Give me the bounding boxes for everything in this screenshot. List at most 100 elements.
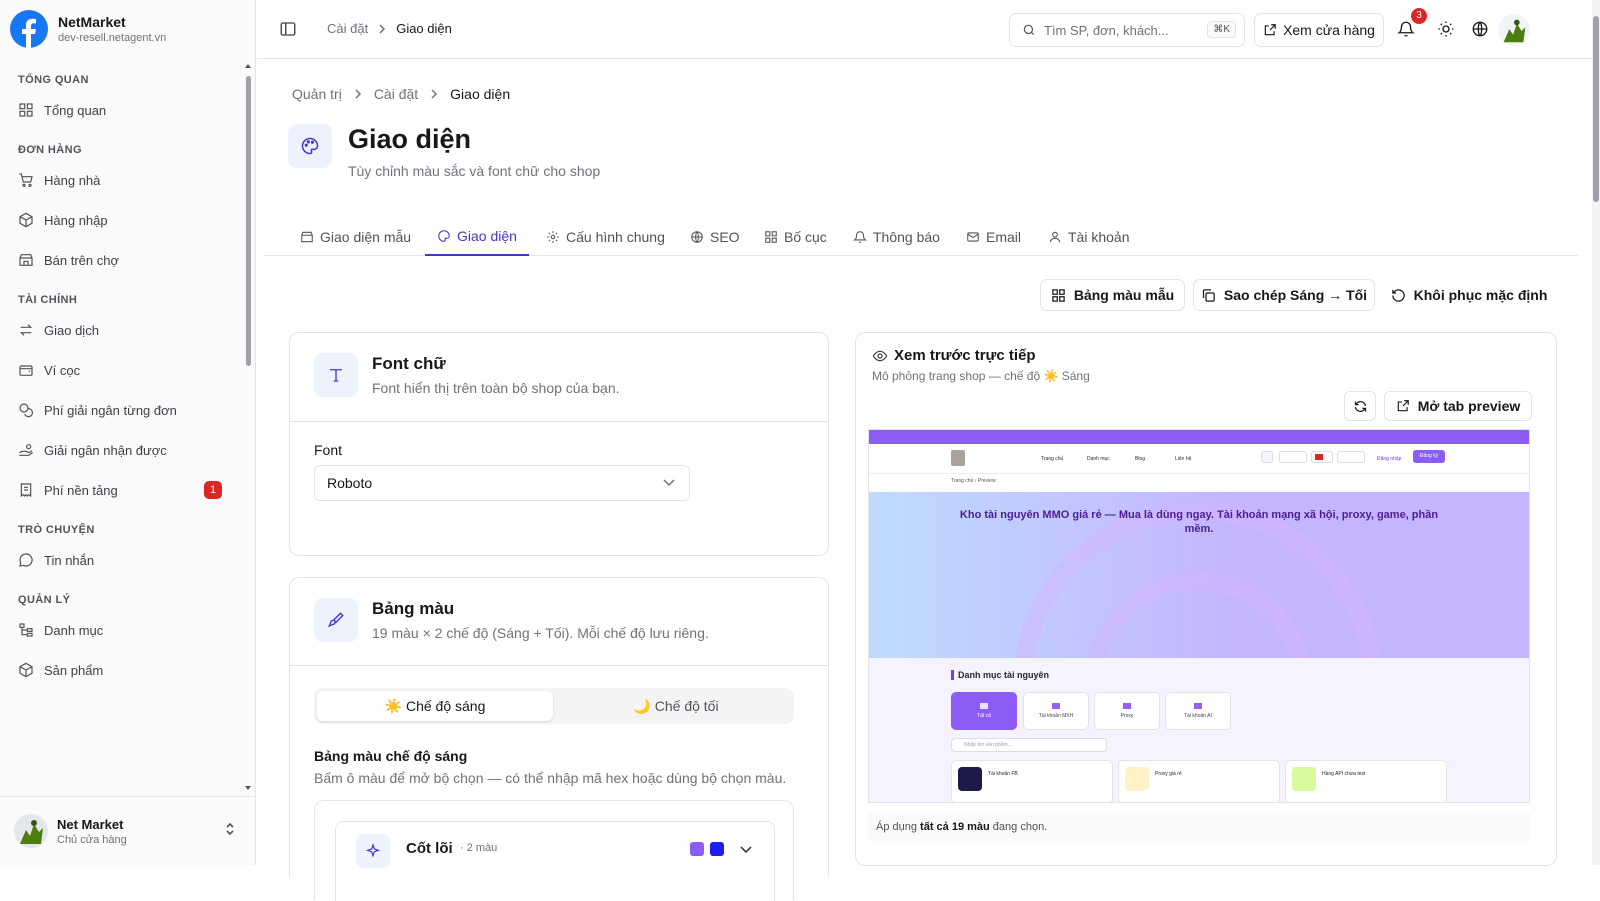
preview-logo (951, 450, 965, 466)
tab-email[interactable]: Email (966, 218, 1021, 256)
nav-section-title: QUẢN LÝ (18, 594, 71, 606)
palette-presets-label: Bảng màu mẫu (1073, 287, 1175, 303)
tab-label: Giao diện mẫu (320, 229, 412, 245)
sidebar-item-products[interactable]: Sản phẩm (0, 650, 244, 690)
coins-icon (18, 402, 34, 418)
preview-hero: Kho tài nguyên MMO giá rẻ — Mua là dùng … (869, 492, 1529, 658)
color-swatch[interactable] (690, 842, 704, 856)
breadcrumb-current: Giao diện (396, 21, 452, 36)
palette-card: Bảng màu 19 màu × 2 chế độ (Sáng + Tối).… (289, 577, 829, 901)
breadcrumb-link[interactable]: Quản trị (292, 86, 342, 102)
store-icon (300, 230, 314, 244)
sidebar-item-payout-received[interactable]: Giải ngân nhận được (0, 430, 244, 470)
color-group-header[interactable]: Cốt lõi · 2 màu (335, 821, 775, 901)
chevron-right-icon (354, 89, 362, 99)
eye-icon (872, 348, 888, 364)
sidebar-item-categories[interactable]: Danh mục (0, 610, 244, 650)
type-icon (314, 353, 358, 397)
preview-cart-icon (1261, 451, 1273, 463)
sidebar-item-deposit-wallet[interactable]: Ví cọc (0, 350, 244, 390)
font-field-label: Font (314, 442, 343, 458)
globe-icon[interactable] (1471, 20, 1489, 38)
font-select-value: Roboto (327, 475, 373, 491)
open-preview-tab-button[interactable]: Mở tab preview (1384, 391, 1532, 421)
restore-defaults-label: Khôi phục mặc định (1413, 287, 1548, 303)
tab-label: Bố cục (784, 229, 827, 245)
breadcrumb-link[interactable]: Cài đặt (374, 86, 418, 102)
tab-theme-templates[interactable]: Giao diện mẫu (300, 218, 411, 256)
tab-layout[interactable]: Bố cục (764, 218, 827, 256)
color-swatch[interactable] (710, 842, 724, 856)
palette-icon (288, 124, 332, 168)
external-link-icon (1396, 399, 1410, 413)
tab-general-config[interactable]: Cấu hình chung (546, 218, 665, 256)
chevron-down-icon[interactable] (740, 846, 752, 854)
preview-footer-bold: tất cả 19 màu (920, 821, 990, 833)
preview-title: Xem trước trực tiếp (872, 347, 1036, 364)
sidebar-item-label: Tổng quan (44, 102, 107, 118)
chevron-right-icon (378, 23, 386, 34)
preview-navbar: Trang chủ Danh mục Blog Liên hệ Đăng nhậ… (869, 444, 1529, 474)
preview-title-label: Xem trước trực tiếp (894, 347, 1036, 364)
live-preview-card: Xem trước trực tiếp Mô phỏng trang shop … (855, 332, 1557, 866)
palette-card-title: Bảng màu (372, 599, 455, 618)
store-icon (18, 252, 34, 268)
tab-seo[interactable]: SEO (690, 218, 740, 256)
bell-icon[interactable] (1397, 19, 1415, 39)
brand[interactable]: NetMarket dev-resell.netagent.vn (10, 10, 166, 48)
sidebar-item-payout-fee[interactable]: Phí giải ngân từng đơn (0, 390, 244, 430)
sidebar-item-imported-goods[interactable]: Hàng nhập (0, 200, 244, 240)
sidebar-item-transactions[interactable]: Giao dịch (0, 310, 244, 350)
sidebar-item-label: Danh mục (44, 622, 104, 638)
palette-presets-button[interactable]: Bảng màu mẫu (1040, 279, 1185, 311)
search-input[interactable]: Tìm SP, đơn, khách... ⌘K (1009, 13, 1245, 47)
breadcrumb-link[interactable]: Cài đặt (327, 21, 368, 36)
sidebar-item-messages[interactable]: Tin nhắn (0, 540, 244, 580)
preview-body: Danh mục tài nguyên Tất cả Tài khoản MXH… (869, 658, 1529, 802)
refresh-preview-button[interactable] (1344, 391, 1376, 421)
preview-nav-link: Liên hệ (1175, 456, 1192, 462)
grid-icon (1051, 288, 1066, 303)
tree-icon (18, 622, 34, 638)
sidebar-scrollbar[interactable] (244, 62, 252, 792)
color-group: Cốt lõi · 2 màu (314, 800, 794, 901)
preview-wallet-chip (1279, 451, 1307, 463)
tab-notifications[interactable]: Thông báo (853, 218, 940, 256)
sidebar-toggle-icon[interactable] (279, 20, 297, 38)
sidebar-item-overview[interactable]: Tổng quan (0, 90, 244, 130)
font-select[interactable]: Roboto (314, 465, 690, 501)
user-menu[interactable]: Net Market Chủ cửa hàng (0, 796, 256, 865)
restore-defaults-button[interactable]: Khôi phục mặc định (1383, 279, 1555, 311)
main-scroll-thumb[interactable] (1593, 16, 1599, 202)
bell-icon (853, 230, 867, 244)
main-scrollbar[interactable] (1592, 0, 1600, 865)
dark-mode-tab[interactable]: 🌙 Chế độ tối (558, 691, 794, 721)
preview-category-chip: Proxy (1094, 692, 1160, 730)
sidebar-item-platform-fee[interactable]: Phí nền tảng 1 (0, 470, 244, 510)
preview-category-chip: Tài khoản MXH (1023, 692, 1089, 730)
nav-section-title: TÀI CHÍNH (18, 294, 78, 306)
sun-icon[interactable] (1437, 20, 1455, 38)
avatar[interactable] (1498, 14, 1530, 46)
tab-appearance[interactable]: Giao diện (425, 218, 529, 256)
preview-theme-chip (1337, 451, 1365, 463)
chevron-right-icon (430, 89, 438, 99)
sidebar-scroll-thumb[interactable] (246, 76, 251, 366)
tab-account[interactable]: Tài khoản (1048, 218, 1129, 256)
tab-label: SEO (710, 229, 740, 245)
sidebar-item-label: Bán trên chợ (44, 252, 120, 268)
sidebar-item-label: Tin nhắn (44, 552, 95, 568)
light-mode-tab[interactable]: ☀️ Chế độ sáng (317, 691, 553, 721)
rotate-ccw-icon (1391, 288, 1406, 303)
sidebar-item-own-goods[interactable]: Hàng nhà (0, 160, 244, 200)
preview-hero-text: Kho tài nguyên MMO giá rẻ — Mua là dùng … (959, 509, 1439, 535)
view-store-button[interactable]: Xem cửa hàng (1254, 13, 1384, 47)
handcoins-icon (18, 442, 34, 458)
nav-section-title: TỔNG QUAN (18, 74, 89, 86)
copy-light-to-dark-button[interactable]: Sao chép Sáng → Tối (1193, 279, 1375, 311)
sidebar-item-marketplace[interactable]: Bán trên chợ (0, 240, 244, 280)
preview-frame[interactable]: Trang chủ Danh mục Blog Liên hệ Đăng nhậ… (868, 429, 1530, 803)
preview-footer-note: Áp dụng tất cả 19 màu đang chọn. (868, 813, 1530, 841)
preview-category-chip: Tất cả (951, 692, 1017, 730)
sidebar-item-label: Ví cọc (44, 362, 81, 378)
